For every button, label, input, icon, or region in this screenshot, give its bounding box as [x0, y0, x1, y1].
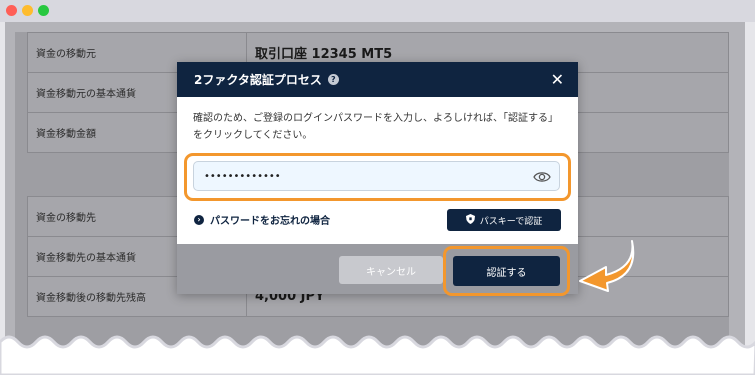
cancel-button[interactable]: キャンセル	[339, 256, 443, 284]
password-value: •••••••••••••	[204, 170, 281, 182]
dialog-title: 2ファクタ認証プロセス ?	[194, 62, 339, 97]
passkey-button[interactable]: パスキーで認証	[447, 209, 561, 231]
passkey-label: パスキーで認証	[479, 216, 543, 227]
close-icon[interactable]: ✕	[551, 70, 564, 89]
confirm-highlight: 認証する	[443, 246, 570, 296]
password-field[interactable]: •••••••••••••	[193, 161, 560, 191]
close-window-button[interactable]	[6, 5, 17, 16]
app-window: 資金の移動元 取引口座 12345 MT5 資金移動元の基本通貨 資金移動金額 …	[0, 0, 755, 375]
instruction-text: 確認のため、ご登録のログインパスワードを入力し、よろしければ、「認証する」をクリ…	[193, 113, 558, 141]
row-label: 資金移動後の移動先残高	[36, 293, 146, 304]
minimize-window-button[interactable]	[22, 5, 33, 16]
maximize-window-button[interactable]	[38, 5, 49, 16]
torn-edge-divider	[0, 335, 755, 375]
row-label: 資金の移動元	[36, 49, 96, 60]
title-bar	[0, 0, 755, 22]
forgot-password-link[interactable]: › パスワードをお忘れの場合	[194, 212, 330, 227]
forgot-password-label: パスワードをお忘れの場合	[210, 216, 330, 227]
chevron-right-icon: ›	[194, 214, 204, 225]
row-label: 資金移動先の基本通貨	[36, 253, 136, 264]
pointer-arrow-icon	[579, 240, 635, 292]
help-icon[interactable]: ?	[327, 74, 339, 85]
row-label: 資金移動元の基本通貨	[36, 89, 136, 100]
dialog-header: 2ファクタ認証プロセス ? ✕	[177, 62, 578, 97]
shield-icon	[465, 213, 475, 227]
confirm-button[interactable]: 認証する	[453, 256, 560, 286]
password-highlight: •••••••••••••	[184, 153, 571, 201]
dialog-title-text: 2ファクタ認証プロセス	[194, 73, 322, 87]
row-label: 資金の移動先	[36, 213, 96, 224]
row-label: 資金移動金額	[36, 129, 96, 140]
eye-icon[interactable]	[533, 169, 551, 188]
